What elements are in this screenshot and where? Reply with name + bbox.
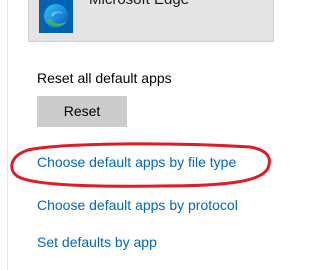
navigation-divider bbox=[7, 0, 8, 270]
reset-button[interactable]: Reset bbox=[37, 96, 127, 127]
microsoft-edge-icon bbox=[39, 0, 73, 33]
reset-all-default-apps-label: Reset all default apps bbox=[37, 70, 172, 86]
choose-default-apps-by-file-type-link[interactable]: Choose default apps by file type bbox=[37, 154, 236, 170]
app-name: Microsoft Edge bbox=[89, 0, 189, 8]
default-apps-page: Microsoft Edge Reset all default apps Re… bbox=[0, 0, 278, 270]
choose-default-apps-by-protocol-link[interactable]: Choose default apps by protocol bbox=[37, 197, 238, 213]
set-defaults-by-app-link[interactable]: Set defaults by app bbox=[37, 234, 157, 250]
web-browser-app-tile[interactable]: Microsoft Edge bbox=[28, 0, 274, 42]
